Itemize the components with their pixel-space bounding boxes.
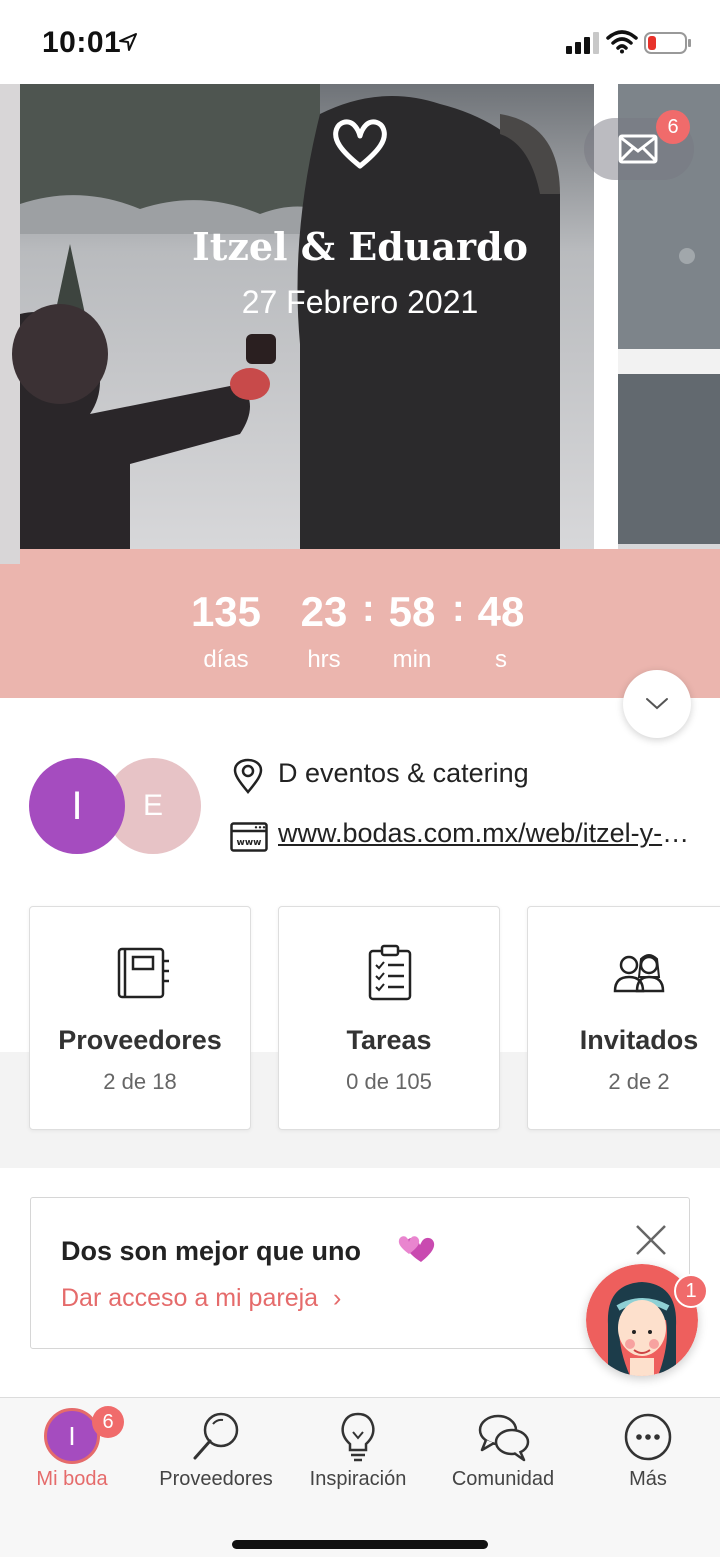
promo-link-label: Dar acceso a mi pareja <box>61 1284 319 1312</box>
expand-header-button[interactable] <box>623 670 691 738</box>
couple-names: Itzel & Eduardo <box>191 224 528 269</box>
bottom-tab-bar: I 6 Mi boda Proveedores Inspiración Comu… <box>0 1397 720 1557</box>
tab-mi-boda[interactable]: I 6 Mi boda <box>0 1398 144 1508</box>
wedding-date: 27 Febrero 2021 <box>241 284 479 320</box>
wedding-website-link[interactable]: www.bodas.com.mx/web/itzel-y-eduardo <box>278 818 690 849</box>
promo-title: Dos son mejor que uno <box>61 1236 362 1266</box>
card-title: Proveedores <box>58 1025 222 1055</box>
battery-icon <box>644 32 691 54</box>
search-icon <box>193 1412 239 1460</box>
wedding-countdown: 135 días 23 hrs : 58 min : 48 s <box>0 584 720 698</box>
messages-count-badge: 6 <box>656 110 690 144</box>
cellular-signal-icon <box>566 32 599 54</box>
location-pin-icon <box>233 758 263 794</box>
countdown-minutes-label: min <box>392 646 432 673</box>
card-invitados[interactable]: Invitados 2 de 2 <box>527 906 720 1130</box>
chat-bubbles-icon <box>478 1414 530 1462</box>
countdown-seconds-label: s <box>495 646 507 673</box>
tab-label: Comunidad <box>451 1468 555 1490</box>
tab-comunidad[interactable]: Comunidad <box>432 1398 574 1508</box>
chevron-down-icon <box>646 698 668 710</box>
hearts-emoji-icon <box>398 1236 435 1262</box>
lightbulb-icon <box>341 1412 375 1462</box>
countdown-hours-label: hrs <box>307 646 341 673</box>
countdown-seconds: 48 <box>477 588 525 635</box>
tab-label: Proveedores <box>159 1468 273 1490</box>
mail-icon <box>618 134 658 164</box>
card-tareas[interactable]: Tareas 0 de 105 <box>278 906 500 1130</box>
home-indicator[interactable] <box>232 1540 488 1549</box>
wifi-icon <box>606 30 638 54</box>
countdown-days: 135 <box>190 588 262 635</box>
more-icon <box>624 1413 672 1461</box>
card-title: Invitados <box>579 1025 699 1055</box>
tab-proveedores[interactable]: Proveedores <box>144 1398 288 1508</box>
countdown-separator: : <box>452 588 465 630</box>
status-bar: 10:01 <box>0 0 720 84</box>
status-time: 10:01 <box>42 26 122 59</box>
card-count: 0 de 105 <box>346 1069 432 1094</box>
countdown-hours: 23 <box>300 588 348 635</box>
tab-label: Inspiración <box>309 1468 407 1490</box>
chat-notification-badge: 1 <box>674 1274 708 1308</box>
heart-logo-icon <box>333 119 387 169</box>
card-proveedores[interactable]: Proveedores 2 de 18 <box>29 906 251 1130</box>
tab-inspiracion[interactable]: Inspiración <box>288 1398 428 1508</box>
countdown-days-label: días <box>203 646 249 673</box>
chevron-right-icon: › <box>333 1284 342 1312</box>
guests-icon <box>613 954 665 993</box>
tab-notification-badge: 6 <box>92 1406 124 1438</box>
tab-label: Mi boda <box>36 1468 108 1490</box>
svg-text:www: www <box>237 838 262 848</box>
venue-name[interactable]: D eventos & catering <box>278 758 529 789</box>
countdown-separator: : <box>362 588 375 630</box>
notebook-icon <box>117 947 169 999</box>
card-count: 2 de 18 <box>103 1069 177 1094</box>
tab-mas[interactable]: Más <box>576 1398 720 1508</box>
card-count: 2 de 2 <box>608 1069 670 1094</box>
give-partner-access-link[interactable]: Dar acceso a mi pareja › <box>61 1284 341 1313</box>
partner-1-avatar[interactable]: I <box>29 758 125 854</box>
card-title: Tareas <box>346 1025 432 1055</box>
checklist-icon <box>368 944 412 1001</box>
countdown-minutes: 58 <box>388 588 436 635</box>
user-avatar: I <box>44 1408 100 1464</box>
tab-label: Más <box>629 1468 667 1490</box>
hero-header: Itzel & Eduardo 27 Febrero 2021 6 135 dí… <box>0 84 720 698</box>
close-icon[interactable] <box>635 1224 667 1256</box>
website-icon: www <box>230 822 268 852</box>
location-arrow-icon <box>119 33 137 51</box>
